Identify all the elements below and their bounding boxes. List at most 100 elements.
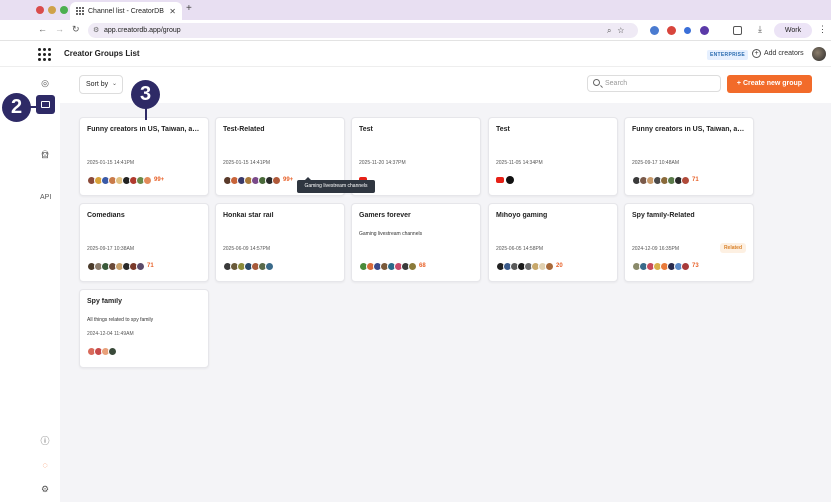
back-icon[interactable]: ← [38, 24, 47, 34]
reload-icon[interactable]: ↻ [72, 24, 80, 35]
browser-menu-icon[interactable]: ⋮ [818, 24, 827, 35]
creatordb-favicon-icon [76, 7, 84, 15]
creator-avatar [136, 261, 145, 271]
group-card[interactable]: Spy family-Related 2024-12-09 16:35PM Rela… [624, 203, 754, 282]
tiktok-icon [506, 176, 514, 184]
group-card[interactable]: Spy family All things related to spy fami… [79, 289, 209, 368]
creator-count: 73 [692, 263, 699, 269]
url-bar[interactable]: ⚙ app.creatordb.app/group ⌕☆ [88, 23, 638, 38]
group-title: Mihoyo gaming [496, 212, 548, 219]
creator-avatars [223, 261, 274, 271]
group-date: 2025-09-17 10:38AM [87, 246, 134, 252]
browser-tab-strip: Channel list - CreatorDB ✕ + [0, 0, 831, 20]
group-date: 2025-11-05 14:34PM [496, 160, 543, 166]
forward-icon[interactable]: → [55, 24, 64, 34]
creator-avatar [681, 175, 690, 185]
browser-toolbar: ← → ↻ ⚙ app.creatordb.app/group ⌕☆ ⤓ Wor… [0, 20, 831, 41]
creator-avatar [108, 346, 117, 356]
globe-icon[interactable]: ◎ [39, 77, 51, 89]
minimize-window-button[interactable] [48, 6, 56, 14]
creator-avatars: 73 [632, 261, 699, 271]
creator-count: 20 [556, 263, 563, 269]
new-tab-icon[interactable]: + [186, 3, 192, 14]
user-avatar[interactable] [812, 47, 826, 61]
chevron-down-icon: ⌄ [111, 81, 117, 87]
creator-avatars: 20 [496, 261, 563, 271]
search-icon [593, 79, 600, 86]
group-date: 2025-01-15 14:41PM [223, 160, 270, 166]
group-card[interactable]: Honkai star rail 2025-06-09 14:57PM [215, 203, 345, 282]
creator-avatar [265, 261, 274, 271]
creator-avatar [272, 175, 281, 185]
group-card[interactable]: Funny creators in US, Taiwan, and ... 202… [79, 117, 209, 196]
creator-avatar [143, 175, 152, 185]
extension-2-icon[interactable] [667, 26, 676, 35]
app-logo-icon[interactable] [38, 48, 51, 61]
settings-icon[interactable]: ⚙ [39, 483, 51, 495]
chat-icon[interactable]: ◌ [39, 459, 51, 471]
group-card[interactable]: Mihoyo gaming 2025-06-05 14:58PM 20 [488, 203, 618, 282]
group-title: Comedians [87, 212, 125, 219]
user-search-icon[interactable]: ⚇ [39, 148, 51, 160]
sort-dropdown[interactable]: Sort by ⌄ [79, 75, 123, 94]
sort-label: Sort by [86, 81, 109, 88]
maximize-window-button[interactable] [60, 6, 68, 14]
creator-avatars: 71 [87, 261, 154, 271]
group-card[interactable]: Test 2025-11-05 14:34PM [488, 117, 618, 196]
groups-toolbar: Sort by ⌄ Search + Create new group [60, 67, 831, 103]
group-date: 2025-11-20 14:37PM [359, 160, 406, 166]
group-date: 2025-06-09 14:57PM [223, 246, 270, 252]
group-date: 2024-12-09 16:35PM [632, 246, 679, 252]
group-description: Gaming livestream channels [359, 231, 423, 237]
creator-avatars: 99+ [87, 175, 164, 185]
close-tab-icon[interactable]: ✕ [169, 7, 176, 16]
zoom-and-bookmark-icons[interactable]: ⌕☆ [607, 23, 630, 38]
annotation-marker-2-pointer [30, 106, 36, 108]
group-title: Test [496, 126, 510, 133]
create-new-group-button[interactable]: + Create new group [727, 75, 812, 93]
extension-3-icon[interactable] [684, 27, 691, 34]
folder-icon [41, 101, 50, 108]
sidebar-item-api[interactable]: API [40, 194, 51, 201]
extensions-puzzle-icon[interactable] [733, 26, 742, 35]
youtube-icon [496, 177, 504, 183]
group-title: Test-Related [223, 126, 265, 133]
group-title: Honkai star rail [223, 212, 274, 219]
plus-circle-icon: + [752, 49, 761, 58]
app-header: Creator Groups List ENTERPRISE + Add cre… [0, 41, 831, 67]
download-icon[interactable]: ⤓ [758, 24, 762, 35]
profile-label: Work [784, 27, 802, 34]
tab-title: Channel list - CreatorDB [88, 7, 164, 15]
creator-avatars [496, 175, 516, 185]
creator-avatars [87, 346, 117, 356]
extension-1-icon[interactable] [650, 26, 659, 35]
group-card[interactable]: Comedians 2025-09-17 10:38AM 71 [79, 203, 209, 282]
add-creators-label: Add creators [764, 50, 804, 57]
group-title: Test [359, 126, 373, 133]
related-badge: Related [719, 243, 746, 253]
site-info-icon[interactable]: ⚙ [93, 23, 99, 38]
group-title: Spy family-Related [632, 212, 695, 219]
creator-count: 68 [419, 263, 426, 269]
group-card[interactable]: Funny creators in US, Taiwan, and ... 202… [624, 117, 754, 196]
annotation-marker-3-pointer [145, 108, 147, 120]
creator-avatars: 68 [359, 261, 426, 271]
extension-4-icon[interactable] [700, 26, 709, 35]
browser-tab[interactable]: Channel list - CreatorDB ✕ [70, 2, 182, 20]
page-title: Creator Groups List [64, 49, 140, 58]
description-tooltip: Gaming livestream channels [297, 177, 375, 193]
group-title: Funny creators in US, Taiwan, and ... [632, 126, 747, 133]
add-creators-button[interactable]: + Add creators [752, 49, 804, 58]
group-card[interactable]: Gamers forever Gaming livestream channels… [351, 203, 481, 282]
annotation-marker-2: 2 [2, 93, 31, 122]
creator-count: 71 [692, 177, 699, 183]
creator-avatar [408, 261, 417, 271]
sidebar-item-groups[interactable] [36, 95, 55, 114]
search-input[interactable]: Search [587, 75, 721, 92]
close-window-button[interactable] [36, 6, 44, 14]
creator-avatar [681, 261, 690, 271]
help-icon[interactable]: ⓘ [39, 435, 51, 447]
creator-count: 99+ [283, 177, 294, 183]
search-placeholder: Search [605, 80, 628, 87]
profile-chip[interactable]: Work [774, 23, 812, 38]
